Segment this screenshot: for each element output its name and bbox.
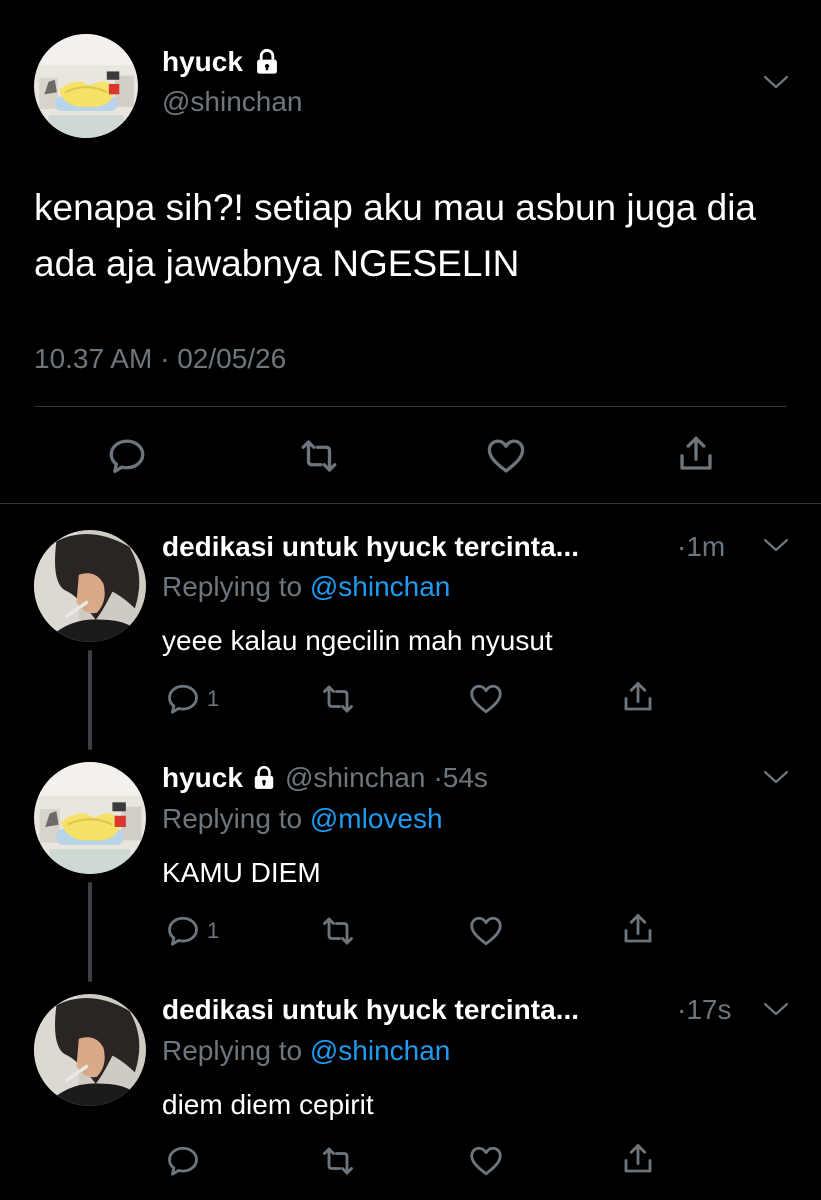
retweet-icon: [298, 435, 340, 477]
mention-link[interactable]: @mlovesh: [310, 803, 443, 834]
reply-share-button[interactable]: [620, 911, 656, 947]
retweet-icon: [320, 681, 356, 717]
replying-to-label: Replying to: [162, 803, 303, 834]
reply-display-name: dedikasi untuk hyuck tercinta...: [162, 994, 580, 1025]
reply-icon: [106, 435, 148, 477]
heart-icon: [468, 913, 504, 949]
replying-to-label: Replying to: [162, 571, 303, 602]
main-share-button[interactable]: [675, 433, 717, 475]
heart-icon: [468, 1143, 504, 1179]
reply-like-button[interactable]: [468, 681, 504, 717]
share-icon: [620, 679, 656, 715]
share-icon: [675, 433, 717, 475]
reply-avatar[interactable]: [34, 762, 146, 874]
reply-text: diem diem cepirit: [162, 1089, 374, 1120]
main-retweet-button[interactable]: [298, 435, 340, 477]
reply-author-name[interactable]: hyuck @shinchan · 54s: [162, 762, 488, 794]
reply-like-button[interactable]: [468, 913, 504, 949]
heart-icon: [485, 435, 527, 477]
heart-icon: [468, 681, 504, 717]
thread-line: [88, 650, 92, 750]
retweet-icon: [320, 913, 356, 949]
reply-time: 54s: [442, 762, 488, 793]
reply-retweet-button[interactable]: [320, 913, 356, 949]
reply-display-name: hyuck: [162, 762, 243, 793]
main-more-chevron-icon[interactable]: [763, 74, 789, 90]
time-separator: ·: [160, 343, 178, 374]
reply-icon: [165, 681, 201, 717]
lock-icon: [253, 48, 281, 76]
reply-count: 1: [207, 918, 220, 943]
thread-line: [88, 882, 92, 982]
reply-avatar[interactable]: [34, 994, 146, 1106]
reply-more-chevron-icon[interactable]: [763, 1001, 789, 1017]
reply-icon: [165, 913, 201, 949]
share-icon: [620, 911, 656, 947]
main-time: 10.37 AM: [34, 343, 153, 374]
main-handle[interactable]: @shinchan: [162, 86, 303, 118]
reply-more-chevron-icon[interactable]: [763, 537, 789, 553]
main-author-name[interactable]: hyuck: [162, 46, 281, 78]
share-icon: [620, 1141, 656, 1177]
main-display-name: hyuck: [162, 46, 243, 77]
reply-text: yeee kalau ngecilin mah nyusut: [162, 625, 553, 656]
reply-retweet-button[interactable]: [320, 681, 356, 717]
reply-timestamp[interactable]: ·17s: [677, 994, 731, 1026]
main-avatar[interactable]: [34, 34, 138, 138]
shinchan-avatar-icon: [34, 34, 138, 138]
reply-share-button[interactable]: [620, 1141, 656, 1177]
mention-link[interactable]: @shinchan: [310, 1035, 451, 1066]
main-divider: [34, 406, 787, 407]
reply-like-button[interactable]: [468, 1143, 504, 1179]
reply-share-button[interactable]: [620, 679, 656, 715]
replying-to-label: Replying to: [162, 1035, 303, 1066]
reply-display-name: dedikasi untuk hyuck tercinta...: [162, 531, 580, 562]
reply-more-chevron-icon[interactable]: [763, 769, 789, 785]
retweet-icon: [320, 1143, 356, 1179]
main-date: 02/05/26: [177, 343, 287, 374]
mention-link[interactable]: @shinchan: [310, 571, 451, 602]
reply-text: KAMU DIEM: [162, 857, 321, 888]
lock-icon: [251, 765, 277, 791]
reply-retweet-button[interactable]: [320, 1143, 356, 1179]
reply-reply-button[interactable]: [165, 1143, 201, 1179]
replying-to-line: Replying to @shinchan: [162, 571, 450, 603]
reply-reply-button[interactable]: 1: [165, 681, 219, 717]
reply-reply-button[interactable]: 1: [165, 913, 219, 949]
reply-time: 17s: [686, 994, 732, 1025]
reply-author-name[interactable]: dedikasi untuk hyuck tercinta...: [162, 531, 579, 563]
reply-count: 1: [207, 686, 220, 711]
reply-author-name[interactable]: dedikasi untuk hyuck tercinta...: [162, 994, 579, 1026]
replying-to-line: Replying to @mlovesh: [162, 803, 443, 835]
reply-handle: @shinchan: [284, 762, 426, 793]
reply-timestamp[interactable]: ·1m: [677, 531, 725, 563]
reply-icon: [165, 1143, 201, 1179]
main-tweet-text: kenapa sih?! setiap aku mau asbun juga d…: [34, 187, 757, 284]
person-avatar-icon: [34, 994, 146, 1106]
main-reply-button[interactable]: [106, 435, 148, 477]
main-like-button[interactable]: [485, 435, 527, 477]
section-divider: [0, 503, 821, 504]
shinchan-avatar-icon: [34, 762, 146, 874]
replying-to-line: Replying to @shinchan: [162, 1035, 450, 1067]
main-timestamp[interactable]: 10.37 AM · 02/05/26: [34, 343, 286, 375]
person-avatar-icon: [34, 530, 146, 642]
reply-time: 1m: [686, 531, 726, 562]
reply-avatar[interactable]: [34, 530, 146, 642]
